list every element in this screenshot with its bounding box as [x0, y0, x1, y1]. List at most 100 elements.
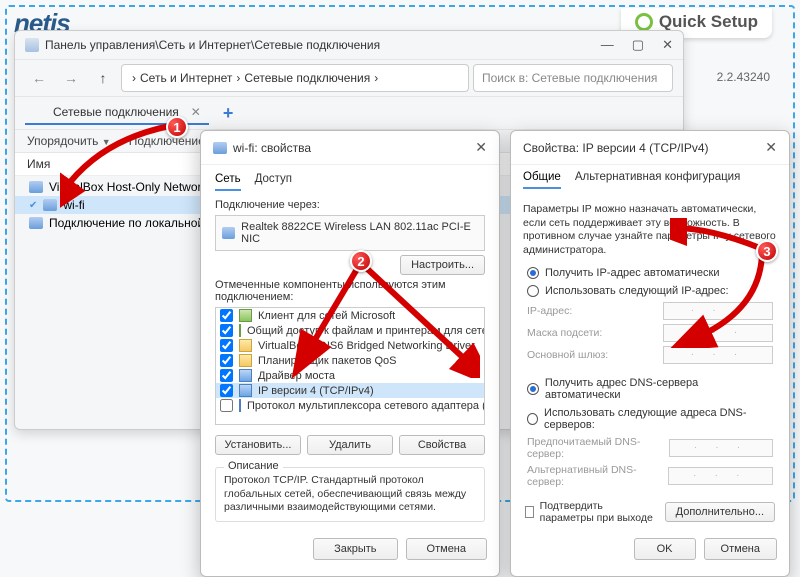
nav-row: ← → ↑ › Сеть и Интернет › Сетевые подклю… [15, 60, 683, 97]
adapter-icon [43, 199, 57, 211]
info-text: Параметры IP можно назначать автоматичес… [511, 197, 789, 264]
description-title: Описание [224, 460, 283, 472]
close-button[interactable]: ✕ [662, 37, 673, 53]
tabs: Сеть Доступ [215, 173, 485, 191]
dialog-title: Свойства: IP версии 4 (TCP/IPv4) [523, 141, 709, 155]
component-item[interactable]: VirtualBox NDIS6 Bridged Networking Driv… [216, 338, 484, 353]
dns-alt-input: . . . [668, 467, 774, 485]
radio-dns-auto[interactable]: Получить адрес DNS-сервера автоматически [511, 374, 789, 404]
close-button[interactable]: Закрыть [313, 538, 397, 560]
gateway-input: . . . [663, 346, 773, 364]
annotation-badge-3: 3 [756, 240, 778, 262]
advanced-button[interactable]: Дополнительно... [665, 502, 775, 522]
crumb-connections[interactable]: Сетевые подключения [244, 71, 370, 85]
component-checkbox[interactable] [220, 324, 233, 337]
field-ip: IP-адрес:. . . [511, 300, 789, 322]
breadcrumb[interactable]: › Сеть и Интернет › Сетевые подключения … [121, 64, 469, 92]
adapter-icon [29, 181, 43, 193]
remove-button[interactable]: Удалить [307, 435, 393, 455]
check-icon: ✔ [29, 200, 37, 211]
dns-pref-input: . . . [669, 439, 773, 457]
description-text: Протокол TCP/IP. Стандартный протокол гл… [224, 474, 476, 515]
tab-alt-config[interactable]: Альтернативная конфигурация [575, 171, 741, 189]
component-icon [239, 354, 252, 367]
component-item[interactable]: Клиент для сетей Microsoft [216, 308, 484, 323]
radio-dns-manual[interactable]: Использовать следующие адреса DNS-сервер… [511, 404, 789, 434]
component-checkbox[interactable] [220, 399, 233, 412]
component-item[interactable]: Драйвер моста [216, 368, 484, 383]
properties-button[interactable]: Свойства [399, 435, 485, 455]
radio-icon [527, 267, 539, 279]
maximize-button[interactable]: ▢ [632, 37, 644, 53]
tab-label: Сетевые подключения [53, 105, 179, 119]
search-input[interactable]: Поиск в: Сетевые подключения [473, 64, 673, 92]
organize-menu[interactable]: Упорядочить ▼ [27, 134, 111, 148]
field-mask: Маска подсети:. . . [511, 322, 789, 344]
item-label: VirtualBox Host-Only Network [49, 180, 208, 194]
component-checkbox[interactable] [220, 369, 233, 382]
component-icon [239, 324, 241, 337]
ipv4-properties-dialog: Свойства: IP версии 4 (TCP/IPv4) ✕ Общие… [510, 130, 790, 577]
network-icon [33, 105, 47, 119]
dialog-titlebar: Свойства: IP версии 4 (TCP/IPv4) ✕ [511, 131, 789, 165]
component-item[interactable]: Планировщик пакетов QoS [216, 353, 484, 368]
components-label: Отмеченные компоненты используются этим … [215, 279, 485, 303]
dialog-titlebar: wi-fi: свойства ✕ [201, 131, 499, 165]
tab-general[interactable]: Общие [523, 171, 561, 189]
adapter-icon [213, 142, 227, 154]
mask-input: . . . [663, 324, 773, 342]
component-icon [239, 384, 252, 397]
annotation-badge-2: 2 [350, 250, 372, 272]
tab-access[interactable]: Доступ [255, 173, 292, 191]
description-group: Описание Протокол TCP/IP. Стандартный пр… [215, 467, 485, 522]
install-button[interactable]: Установить... [215, 435, 301, 455]
field-dns-alt: Альтернативный DNS-сервер:. . . [511, 462, 789, 490]
adapter-icon [29, 217, 43, 229]
quick-setup-label: Quick Setup [659, 12, 758, 32]
component-checkbox[interactable] [220, 309, 233, 322]
up-button[interactable]: ↑ [89, 64, 117, 92]
component-item[interactable]: Протокол мультиплексора сетевого адаптер… [216, 398, 484, 413]
component-item[interactable]: Общий доступ к файлам и принтерам для се… [216, 323, 484, 338]
connect-via-label: Подключение через: [215, 199, 485, 211]
radio-ip-auto[interactable]: Получить IP-адрес автоматически [511, 264, 789, 282]
component-icon [239, 369, 252, 382]
adapter-name: Realtek 8822CE Wireless LAN 802.11ac PCI… [241, 221, 478, 245]
window-titlebar: Панель управления\Сеть и Интернет\Сетевы… [15, 31, 683, 60]
tab-bar: Сетевые подключения ✕ + [15, 97, 683, 130]
components-list[interactable]: Клиент для сетей Microsoft Общий доступ … [215, 307, 485, 425]
item-label: wi-fi [63, 198, 84, 212]
adapter-icon [222, 227, 235, 239]
ip-input: . . . [663, 302, 773, 320]
component-item-ipv4[interactable]: IP версии 4 (TCP/IPv4) [216, 383, 484, 398]
component-icon [239, 339, 252, 352]
field-gateway: Основной шлюз:. . . [511, 344, 789, 366]
radio-icon [527, 383, 539, 395]
back-button[interactable]: ← [25, 64, 53, 92]
component-icon [239, 399, 241, 412]
close-icon[interactable]: ✕ [475, 139, 487, 156]
dialog-title: wi-fi: свойства [233, 141, 311, 155]
minimize-button[interactable]: — [601, 37, 614, 53]
forward-button[interactable]: → [57, 64, 85, 92]
tab-close-icon[interactable]: ✕ [191, 105, 201, 119]
tab-network[interactable]: Сеть [215, 173, 241, 191]
new-tab-button[interactable]: + [217, 103, 240, 124]
radio-ip-manual[interactable]: Использовать следующий IP-адрес: [511, 282, 789, 300]
radio-icon [527, 413, 538, 425]
component-checkbox[interactable] [220, 354, 233, 367]
component-checkbox[interactable] [220, 384, 233, 397]
component-checkbox[interactable] [220, 339, 233, 352]
cancel-button[interactable]: Отмена [406, 538, 487, 560]
confirm-label: Подтвердить параметры при выходе [540, 500, 659, 524]
close-icon[interactable]: ✕ [765, 139, 777, 156]
quick-setup-icon [635, 13, 653, 31]
ok-button[interactable]: OK [634, 538, 696, 560]
version-label: 2.2.43240 [717, 70, 770, 84]
component-icon [239, 309, 252, 322]
cancel-button[interactable]: Отмена [704, 538, 777, 560]
window-title: Панель управления\Сеть и Интернет\Сетевы… [45, 38, 380, 52]
configure-button[interactable]: Настроить... [400, 255, 485, 275]
confirm-checkbox[interactable] [525, 506, 534, 518]
crumb-net[interactable]: Сеть и Интернет [140, 71, 232, 85]
